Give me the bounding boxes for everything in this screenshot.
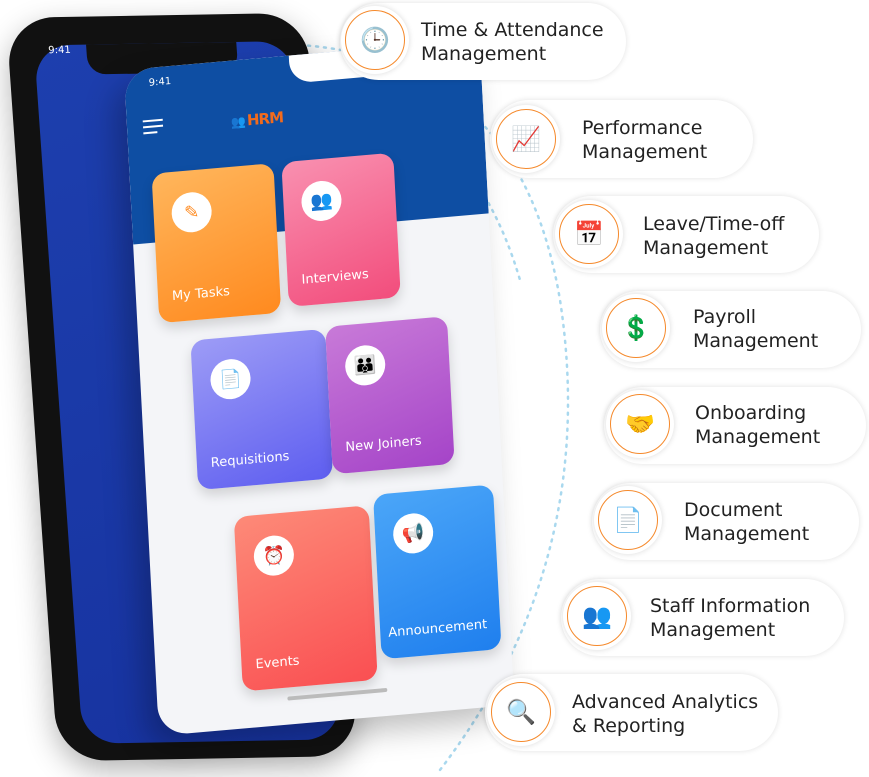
feature-subtitle: Management — [695, 426, 821, 448]
home-indicator — [287, 687, 388, 701]
feature-subtitle: Management — [693, 330, 819, 352]
feature-subtitle: Management — [650, 619, 776, 641]
feature-title: Advanced Analytics — [572, 691, 759, 713]
feature-title: Payroll — [693, 306, 757, 328]
timesheet-clock-icon: 🕒 — [345, 10, 405, 70]
feature-subtitle: Management — [684, 523, 810, 545]
tile-requisitions[interactable]: 📄 Requisitions — [190, 328, 334, 491]
feature-title: Performance — [582, 117, 703, 139]
feature-title: Staff Information — [650, 595, 811, 617]
megaphone-icon: 📢 — [392, 511, 435, 556]
people-chat-icon: 👥 — [300, 179, 343, 223]
payroll-icon: 💲 — [606, 298, 666, 358]
staff-group-icon: 👥 — [567, 586, 627, 646]
alarm-clock-icon: ⏰ — [252, 533, 295, 578]
status-time: 9:41 — [48, 44, 72, 57]
handshake-icon: 🤝 — [610, 394, 670, 454]
analytics-icon: 🔍 — [491, 682, 551, 742]
tile-new-joiners[interactable]: 👪 New Joiners — [325, 316, 455, 475]
front-phone-screen: 9:41 👥HRM ✎ My Tasks 👥 Interviews 📄 Requ… — [124, 38, 515, 736]
document-touch-icon: 📄 — [598, 490, 658, 550]
feature-title: Time & Attendance — [421, 19, 604, 41]
feature-subtitle: Management — [421, 43, 547, 65]
clipboard-edit-icon: ✎ — [170, 190, 213, 234]
feature-subtitle: Management — [643, 237, 769, 259]
bar-chart-icon: 📈 — [496, 109, 556, 169]
team-icon: 👪 — [344, 343, 387, 388]
feature-title: Leave/Time-off — [643, 213, 785, 235]
feature-title: Document — [684, 499, 783, 521]
feature-subtitle: & Reporting — [572, 715, 686, 737]
feature-subtitle: Management — [582, 141, 708, 163]
feature-title: Onboarding — [695, 402, 807, 424]
tile-my-tasks[interactable]: ✎ My Tasks — [151, 163, 282, 324]
status-time: 9:41 — [148, 75, 172, 89]
document-icon: 📄 — [209, 357, 252, 401]
tile-announcement[interactable]: 📢 Announcement — [373, 484, 502, 660]
calendar-person-icon: 📅 — [559, 204, 619, 264]
tile-events[interactable]: ⏰ Events — [233, 505, 378, 692]
tile-interviews[interactable]: 👥 Interviews — [281, 152, 401, 307]
